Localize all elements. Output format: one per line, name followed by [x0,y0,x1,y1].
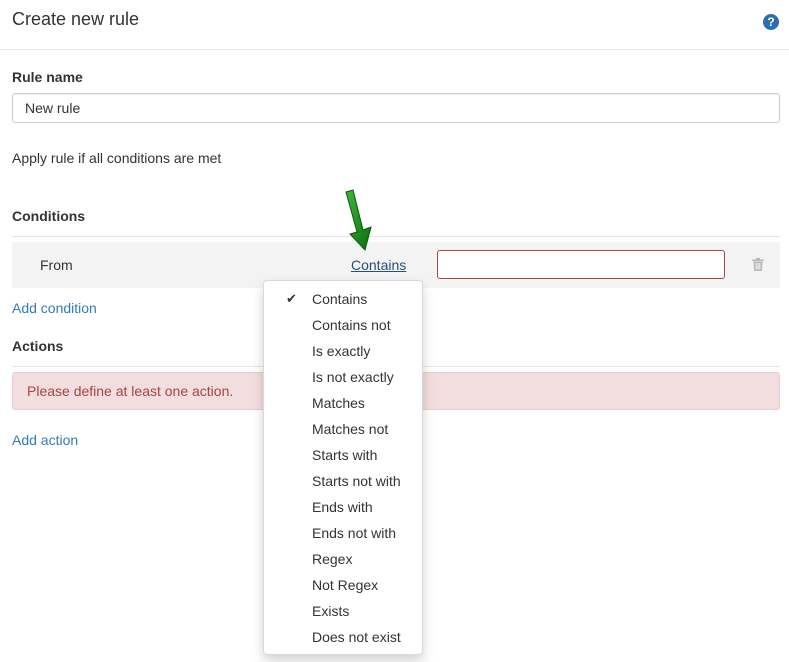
condition-field-label: From [40,257,73,273]
help-icon[interactable]: ? [763,14,779,30]
operator-dropdown-menu: ✔ Contains Contains not Is exactly Is no… [263,280,423,655]
menu-item-label: Matches not [312,421,389,437]
menu-item-not-regex[interactable]: Not Regex [264,572,422,598]
menu-item-is-not-exactly[interactable]: Is not exactly [264,364,422,390]
menu-item-matches-not[interactable]: Matches not [264,416,422,442]
menu-item-label: Matches [312,395,365,411]
menu-item-label: Is exactly [312,343,371,359]
menu-item-regex[interactable]: Regex [264,546,422,572]
menu-item-label: Does not exist [312,629,401,645]
menu-item-label: Ends with [312,499,373,515]
dialog-header: Create new rule ? [0,0,789,50]
trash-icon[interactable] [752,258,764,271]
menu-item-label: Exists [312,603,350,619]
menu-item-label: Not Regex [312,577,379,593]
menu-item-is-exactly[interactable]: Is exactly [264,338,422,364]
menu-item-label: Ends not with [312,525,397,541]
alert-message: Please define at least one action. [27,383,234,399]
rule-name-label: Rule name [12,69,83,85]
add-condition-link[interactable]: Add condition [12,300,97,316]
menu-item-matches[interactable]: Matches [264,390,422,416]
menu-item-label: Is not exactly [312,369,394,385]
page-title: Create new rule [12,9,140,29]
checkmark-icon: ✔ [286,291,297,306]
condition-operator-link[interactable]: Contains [351,257,406,273]
add-action-link[interactable]: Add action [12,432,78,448]
annotation-arrow-icon [345,189,372,252]
menu-item-ends-with[interactable]: Ends with [264,494,422,520]
menu-item-label: Regex [312,551,353,567]
conditions-heading: Conditions [12,208,86,224]
actions-heading: Actions [12,338,64,354]
menu-item-contains-not[interactable]: Contains not [264,312,422,338]
menu-item-ends-not-with[interactable]: Ends not with [264,520,422,546]
conditions-divider [12,236,780,237]
menu-item-label: Contains [312,291,368,307]
menu-item-starts-with[interactable]: Starts with [264,442,422,468]
rule-name-input[interactable] [12,93,780,123]
menu-item-contains[interactable]: ✔ Contains [264,286,422,312]
menu-item-label: Starts not with [312,473,401,489]
menu-item-starts-not-with[interactable]: Starts not with [264,468,422,494]
menu-item-label: Starts with [312,447,378,463]
menu-item-label: Contains not [312,317,391,333]
apply-condition-text: Apply rule if all conditions are met [12,150,222,166]
menu-item-does-not-exist[interactable]: Does not exist [264,624,422,650]
menu-item-exists[interactable]: Exists [264,598,422,624]
condition-value-input[interactable] [437,250,725,279]
